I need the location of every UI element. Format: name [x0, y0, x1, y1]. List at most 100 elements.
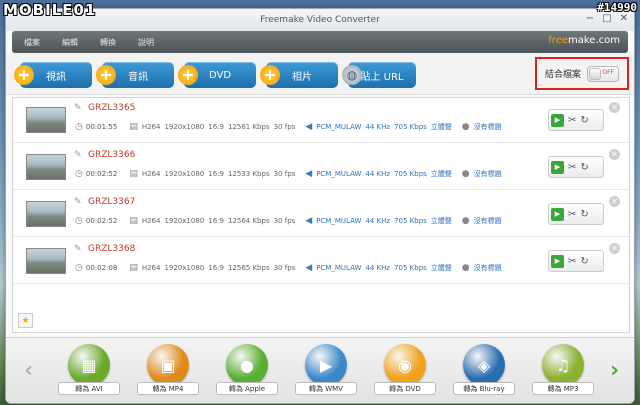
add-video-label: 視訊	[46, 71, 66, 83]
remove-file-icon[interactable]: ✕	[609, 102, 620, 113]
add-audio-label: 音訊	[128, 71, 148, 83]
subtitle-icon: ●	[461, 263, 470, 273]
file-row[interactable]: ✎ GRZL3367 ◷ 00:02:52 ▤ H264 1920x1080 1…	[13, 192, 629, 237]
play-icon[interactable]: ▶	[551, 207, 564, 221]
clock-icon: ◷	[75, 216, 83, 226]
audio-codec[interactable]: PCM_MULAW	[316, 264, 361, 272]
add-dvd-button[interactable]: + DVD	[178, 62, 256, 88]
video-thumbnail[interactable]	[26, 107, 66, 133]
video-resolution: 1920x1080	[164, 170, 205, 178]
speaker-icon: ◀	[305, 122, 313, 132]
video-resolution: 1920x1080	[164, 264, 205, 272]
speaker-icon: ◀	[305, 263, 313, 273]
convert-button[interactable]: ▦ 轉為 AVI	[54, 338, 124, 402]
dvd-icon: ◉	[384, 344, 426, 386]
menu-bar: 檔案 編輯 轉換 說明 freemake.com	[12, 31, 628, 53]
convert-label: 轉為 Blu-ray	[453, 382, 515, 395]
convert-button[interactable]: ◈ 轉為 Blu-ray	[449, 338, 519, 402]
remove-file-icon[interactable]: ✕	[609, 243, 620, 254]
scissors-icon[interactable]: ✂	[568, 115, 576, 126]
file-meta: ◷ 00:02:08 ▤ H264 1920x1080 16:9 12565 K…	[75, 263, 502, 273]
remove-file-icon[interactable]: ✕	[609, 149, 620, 160]
convert-button[interactable]: ● 轉為 Apple	[212, 338, 282, 402]
wmv-icon: ▶	[305, 344, 347, 386]
clock-icon: ◷	[75, 169, 83, 179]
film-icon: ▤	[129, 122, 138, 132]
merge-toggle[interactable]: OFF	[587, 65, 619, 82]
row-actions: ▶ ✂ ↻	[548, 109, 604, 131]
play-icon[interactable]: ▶	[551, 160, 564, 174]
play-icon[interactable]: ▶	[551, 254, 564, 268]
audio-channels: 立體聲	[430, 264, 452, 272]
file-meta: ◷ 00:01:55 ▤ H264 1920x1080 16:9 12561 K…	[75, 122, 502, 132]
add-audio-button[interactable]: + 音訊	[96, 62, 174, 88]
globe-icon: ◍	[342, 65, 362, 85]
play-icon[interactable]: ▶	[551, 113, 564, 127]
toolbar: + 視訊 + 音訊 + DVD + 相片 ◍ 貼上 URL 結合檔案 OFF	[6, 53, 634, 95]
audio-codec[interactable]: PCM_MULAW	[316, 217, 361, 225]
title-bar: Freemake Video Converter − □ ✕	[6, 9, 634, 31]
subtitle-icon: ●	[461, 122, 470, 132]
video-thumbnail[interactable]	[26, 248, 66, 274]
edit-name-icon[interactable]: ✎	[74, 150, 82, 160]
file-meta: ◷ 00:02:52 ▤ H264 1920x1080 16:9 12564 K…	[75, 216, 502, 226]
speaker-icon: ◀	[305, 169, 313, 179]
paste-url-button[interactable]: ◍ 貼上 URL	[342, 62, 416, 88]
audio-rate: 44 KHz	[365, 123, 391, 131]
menu-help[interactable]: 說明	[138, 37, 154, 48]
subtitle-link[interactable]: 沒有標題	[474, 122, 502, 132]
convert-button[interactable]: ▶ 轉為 WMV	[291, 338, 361, 402]
video-fps: 30 fps	[273, 123, 296, 131]
plus-icon: +	[96, 65, 116, 85]
edit-name-icon[interactable]: ✎	[74, 244, 82, 254]
rotate-icon[interactable]: ↻	[580, 115, 588, 126]
edit-name-icon[interactable]: ✎	[74, 197, 82, 207]
remove-file-icon[interactable]: ✕	[609, 196, 620, 207]
rotate-icon[interactable]: ↻	[580, 162, 588, 173]
minimize-button[interactable]: −	[586, 13, 594, 25]
close-window-button[interactable]: ✕	[620, 13, 628, 25]
video-bitrate: 12565 Kbps	[227, 264, 270, 272]
convert-button[interactable]: ◉ 轉為 DVD	[370, 338, 440, 402]
merge-files-label: 結合檔案	[544, 70, 581, 80]
rotate-icon[interactable]: ↻	[580, 209, 588, 220]
brand-free: free	[548, 35, 568, 46]
scroll-left-icon[interactable]: ‹	[24, 358, 33, 383]
add-video-button[interactable]: + 視訊	[14, 62, 92, 88]
subtitle-link[interactable]: 沒有標題	[474, 169, 502, 179]
subtitle-link[interactable]: 沒有標題	[474, 216, 502, 226]
scissors-icon[interactable]: ✂	[568, 162, 576, 173]
window-controls: − □ ✕	[586, 13, 628, 25]
scissors-icon[interactable]: ✂	[568, 209, 576, 220]
duration: 00:02:52	[85, 217, 118, 225]
menu-convert[interactable]: 轉換	[100, 37, 116, 48]
video-thumbnail[interactable]	[26, 154, 66, 180]
audio-codec[interactable]: PCM_MULAW	[316, 123, 361, 131]
file-name: GRZL3365	[88, 103, 136, 113]
file-row[interactable]: ✎ GRZL3366 ◷ 00:02:52 ▤ H264 1920x1080 1…	[13, 145, 629, 190]
menu-edit[interactable]: 編輯	[62, 37, 78, 48]
brand-link[interactable]: freemake.com	[548, 35, 620, 46]
video-thumbnail[interactable]	[26, 201, 66, 227]
rotate-icon[interactable]: ↻	[580, 256, 588, 267]
menu-file[interactable]: 檔案	[24, 37, 40, 48]
paste-url-label: 貼上 URL	[360, 71, 404, 83]
row-actions: ▶ ✂ ↻	[548, 156, 604, 178]
star-icon[interactable]: ★	[18, 313, 33, 328]
edit-name-icon[interactable]: ✎	[74, 103, 82, 113]
plus-icon: +	[14, 65, 34, 85]
audio-channels: 立體聲	[430, 217, 452, 225]
file-row[interactable]: ✎ GRZL3365 ◷ 00:01:55 ▤ H264 1920x1080 1…	[13, 98, 629, 143]
convert-button[interactable]: ▣ 轉為 MP4	[133, 338, 203, 402]
file-row[interactable]: ✎ GRZL3368 ◷ 00:02:08 ▤ H264 1920x1080 1…	[13, 239, 629, 284]
video-aspect: 16:9	[208, 264, 224, 272]
subtitle-link[interactable]: 沒有標題	[474, 263, 502, 273]
add-photo-button[interactable]: + 相片	[260, 62, 338, 88]
subtitle-icon: ●	[461, 169, 470, 179]
convert-button[interactable]: ♫ 轉為 MP3	[528, 338, 598, 402]
scissors-icon[interactable]: ✂	[568, 256, 576, 267]
audio-codec[interactable]: PCM_MULAW	[316, 170, 361, 178]
scroll-right-icon[interactable]: ›	[610, 358, 619, 383]
film-icon: ▤	[129, 169, 138, 179]
maximize-button[interactable]: □	[602, 13, 611, 25]
